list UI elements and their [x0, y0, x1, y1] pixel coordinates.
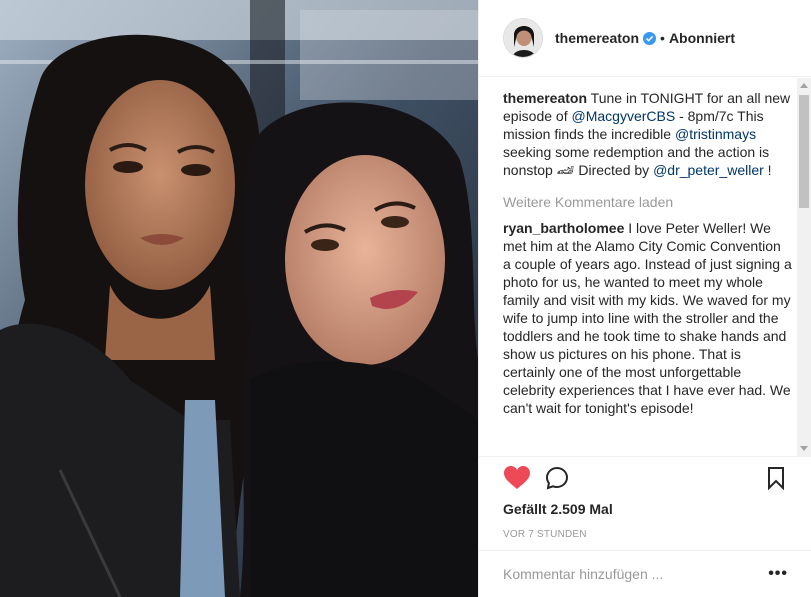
scroll-down-arrow-icon[interactable] — [800, 446, 808, 451]
avatar[interactable] — [503, 18, 543, 58]
likes-count[interactable]: Gefällt 2.509 Mal — [503, 501, 788, 517]
separator-dot: • — [660, 30, 665, 46]
post-actions: Gefällt 2.509 Mal VOR 7 STUNDEN — [479, 456, 811, 540]
follow-button[interactable]: Abonniert — [669, 30, 735, 46]
add-comment-bar: Kommentar hinzufügen ... ••• — [479, 550, 811, 597]
comments-scrollbar[interactable] — [797, 78, 811, 456]
scrollbar-thumb[interactable] — [799, 95, 809, 208]
scroll-up-arrow-icon[interactable] — [800, 83, 808, 88]
verified-badge-icon — [643, 31, 657, 45]
comments-list[interactable]: themereaton Tune in TONIGHT for an all n… — [479, 78, 811, 456]
post-details-panel: themereaton • Abonniert themereaton Tune… — [478, 0, 811, 597]
more-options-icon[interactable]: ••• — [768, 565, 788, 583]
post-photo[interactable] — [0, 0, 478, 597]
comment-username[interactable]: ryan_bartholomee — [503, 220, 624, 236]
caption-text: ! — [763, 162, 772, 178]
caption: themereaton Tune in TONIGHT for an all n… — [503, 89, 792, 179]
mention-link[interactable]: @MacgyverCBS — [572, 108, 676, 124]
like-button[interactable] — [503, 464, 531, 492]
comment-text: I love Peter Weller! We met him at the A… — [503, 220, 792, 416]
comment-button[interactable] — [543, 464, 571, 492]
mention-link[interactable]: @dr_peter_weller — [653, 162, 764, 178]
post-photo-image — [0, 0, 478, 597]
load-more-comments-link[interactable]: Weitere Kommentare laden — [503, 193, 792, 211]
caption-username[interactable]: themereaton — [503, 90, 587, 106]
author-username[interactable]: themereaton — [555, 30, 639, 46]
save-button[interactable] — [764, 466, 788, 491]
heart-icon — [504, 466, 530, 489]
comment: ryan_bartholomee I love Peter Weller! We… — [503, 219, 792, 417]
post-header: themereaton • Abonniert — [479, 0, 811, 77]
post-timestamp[interactable]: VOR 7 STUNDEN — [503, 529, 788, 540]
comment-bubble-icon — [545, 466, 569, 490]
bookmark-icon — [768, 467, 784, 491]
mention-link[interactable]: @tristinmays — [675, 126, 756, 142]
add-comment-input[interactable]: Kommentar hinzufügen ... — [503, 566, 768, 582]
